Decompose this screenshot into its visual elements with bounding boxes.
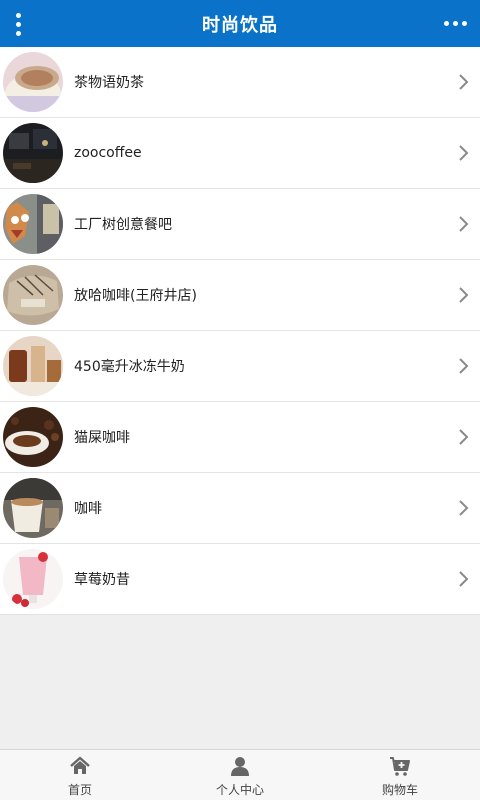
tab-profile[interactable]: 个人中心 [160, 750, 320, 800]
store-list: 茶物语奶茶 zoocoffee 工厂树创意餐吧 放哈咖啡(王府井店) 450毫升… [0, 47, 480, 615]
item-label: 草莓奶昔 [74, 572, 130, 588]
coffee-bag-thumbnail [3, 265, 63, 325]
menu-dot-icon [15, 12, 21, 18]
cart-add-icon [390, 757, 410, 776]
chevron-right-icon [459, 287, 469, 303]
chevron-right-icon [459, 500, 469, 516]
item-label: zoocoffee [74, 145, 142, 161]
chevron-right-icon [459, 429, 469, 445]
chevron-right-icon [459, 358, 469, 374]
restaurant-thumbnail [3, 194, 63, 254]
coffee-beans-thumbnail [3, 407, 63, 467]
menu-button[interactable] [6, 8, 30, 40]
more-dot-icon [452, 20, 458, 26]
tab-home-label: 首页 [67, 783, 92, 797]
list-item[interactable]: 咖啡 [0, 473, 480, 544]
more-dot-icon [443, 20, 449, 26]
tab-home[interactable]: 首页 [0, 750, 160, 800]
item-label: 450毫升冰冻牛奶 [74, 359, 185, 375]
item-label: 茶物语奶茶 [74, 75, 144, 91]
menu-dot-icon [15, 30, 21, 36]
item-label: 咖啡 [74, 501, 102, 517]
tab-profile-label: 个人中心 [215, 783, 264, 797]
list-item[interactable]: zoocoffee [0, 118, 480, 189]
list-item[interactable]: 放哈咖啡(王府井店) [0, 260, 480, 331]
chevron-right-icon [459, 74, 469, 90]
list-item[interactable]: 工厂树创意餐吧 [0, 189, 480, 260]
tab-cart[interactable]: 购物车 [320, 750, 480, 800]
more-dot-icon [461, 20, 467, 26]
menu-dot-icon [15, 21, 21, 27]
chevron-right-icon [459, 145, 469, 161]
page-title: 时尚饮品 [202, 14, 278, 36]
item-label: 放哈咖啡(王府井店) [74, 288, 197, 304]
tab-cart-label: 购物车 [381, 783, 418, 797]
user-icon [231, 757, 249, 776]
chevron-right-icon [459, 216, 469, 232]
home-icon [70, 756, 90, 774]
chevron-right-icon [459, 571, 469, 587]
milk-tea-thumbnail [3, 52, 63, 112]
app-header: 时尚饮品 [0, 0, 480, 47]
drinks-thumbnail [3, 336, 63, 396]
item-label: 猫屎咖啡 [74, 430, 130, 446]
coffee-cup-thumbnail [3, 478, 63, 538]
strawberry-shake-thumbnail [3, 549, 63, 609]
item-label: 工厂树创意餐吧 [74, 217, 172, 233]
list-item[interactable]: 450毫升冰冻牛奶 [0, 331, 480, 402]
cafe-interior-thumbnail [3, 123, 63, 183]
list-item[interactable]: 草莓奶昔 [0, 544, 480, 615]
bottom-tab-bar: 首页 个人中心 购物车 [0, 749, 480, 800]
list-item[interactable]: 茶物语奶茶 [0, 47, 480, 118]
more-button[interactable] [440, 10, 470, 36]
list-item[interactable]: 猫屎咖啡 [0, 402, 480, 473]
